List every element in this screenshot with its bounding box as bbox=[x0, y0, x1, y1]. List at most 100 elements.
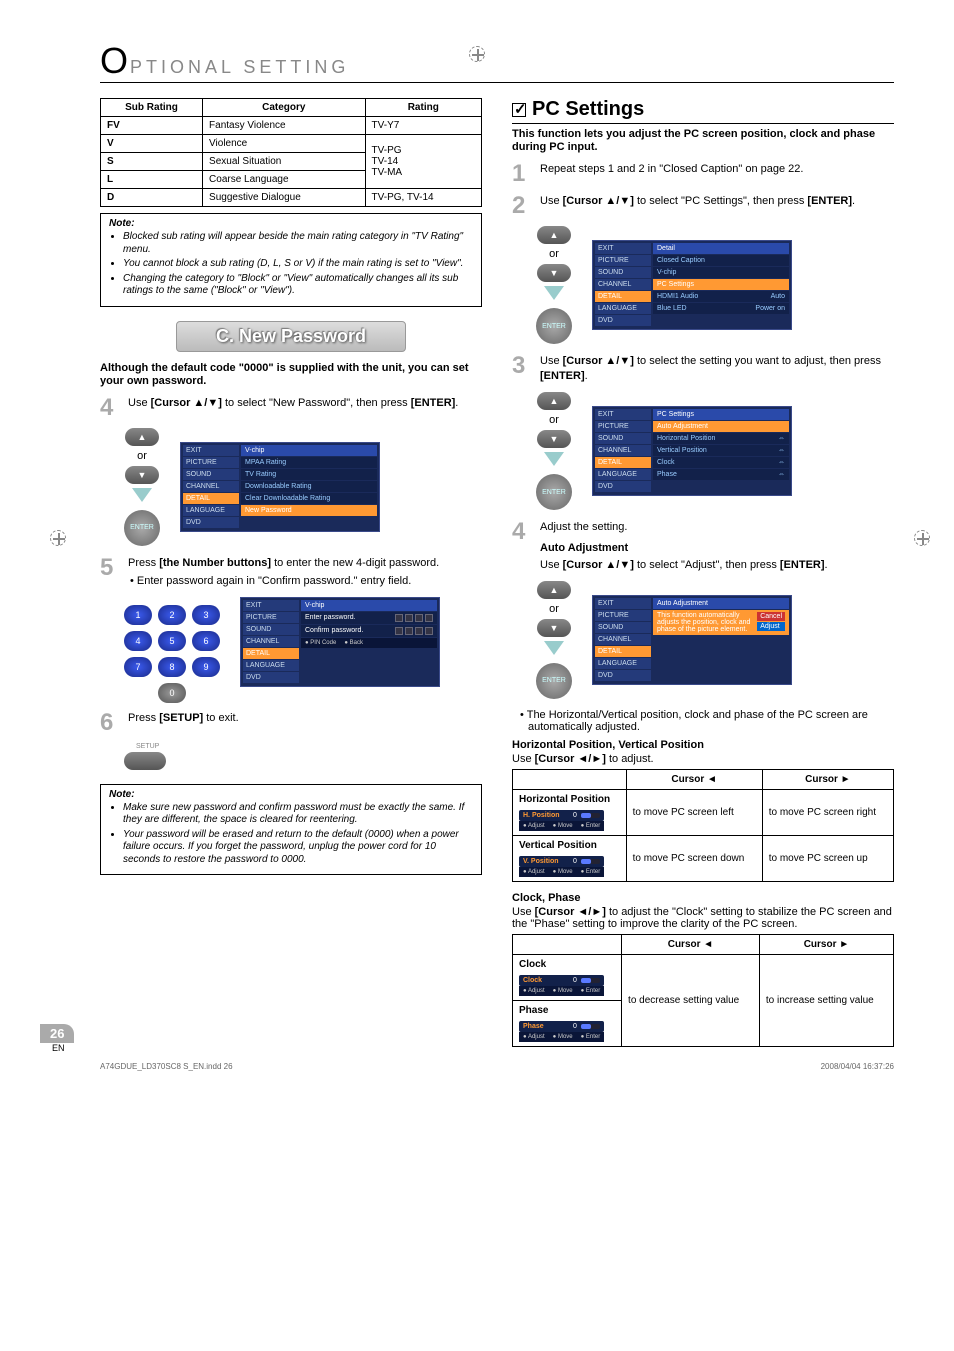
remote-up-down: ▲ or ▼ ENTER bbox=[124, 428, 160, 546]
down-triangle-icon bbox=[544, 452, 564, 466]
td-hpos: Horizontal Position H. Position0 AdjustM… bbox=[513, 789, 627, 835]
enter-button-icon: ENTER bbox=[536, 663, 572, 699]
osd-side-item: CHANNEL bbox=[183, 481, 239, 492]
step-text: Adjust the setting. bbox=[540, 521, 627, 533]
hv-position-table: Cursor ◄ Cursor ► Horizontal Position H.… bbox=[512, 769, 894, 882]
osd-auto-adjust-menu: EXIT PICTURE SOUND CHANNEL DETAIL LANGUA… bbox=[592, 595, 792, 685]
mini-label: V. Position bbox=[523, 858, 569, 865]
td-left: to decrease setting value bbox=[622, 954, 760, 1046]
pc-step-4: 4 Adjust the setting. Auto Adjustment Us… bbox=[512, 520, 894, 573]
up-oval-icon: ▲ bbox=[537, 226, 571, 244]
osd-side-item: EXIT bbox=[595, 598, 651, 609]
osd-row: HDMI1 AudioAuto bbox=[653, 291, 789, 302]
td-sub: L bbox=[101, 171, 203, 189]
down-triangle-icon bbox=[132, 488, 152, 502]
td-clock: Clock Clock0 AdjustMoveEnter bbox=[513, 954, 622, 1000]
osd-row: Horizontal Position⇔ bbox=[653, 433, 789, 444]
password-intro: Although the default code "0000" is supp… bbox=[100, 362, 482, 388]
step-text: Press bbox=[128, 557, 159, 569]
step-text: to enter the new 4-digit password. bbox=[271, 557, 439, 569]
osd-side-item: DETAIL bbox=[595, 646, 651, 657]
td-right: to increase setting value bbox=[759, 954, 893, 1046]
or-label: or bbox=[549, 248, 559, 260]
osd-side-item: SOUND bbox=[183, 469, 239, 480]
td-sub: D bbox=[101, 189, 203, 207]
osd-side-item: EXIT bbox=[595, 243, 651, 254]
td-rating: TV-PG, TV-14 bbox=[365, 189, 481, 207]
pc-step-3: 3 Use [Cursor ▲/▼] to select the setting… bbox=[512, 354, 894, 384]
osd-side-item: SOUND bbox=[595, 433, 651, 444]
step-number: 1 bbox=[512, 162, 534, 186]
step-number: 5 bbox=[100, 556, 122, 589]
osd-side-item: SOUND bbox=[595, 267, 651, 278]
th-sub: Sub Rating bbox=[101, 99, 203, 117]
enter-button-icon: ENTER bbox=[536, 474, 572, 510]
osd-row: This function automatically adjusts the … bbox=[653, 610, 789, 635]
remote-up-down: ▲ or ▼ ENTER bbox=[536, 581, 572, 699]
enter-button-icon: ENTER bbox=[536, 308, 572, 344]
td-rating: TV-Y7 bbox=[365, 117, 481, 135]
osd-pw-label: Confirm password. bbox=[305, 627, 363, 634]
or-label: or bbox=[137, 450, 147, 462]
note-item: Your password will be erased and return … bbox=[123, 829, 473, 867]
crop-mark-right bbox=[914, 530, 930, 546]
th-cursor-right: Cursor ► bbox=[762, 769, 893, 789]
clock-phase-table: Cursor ◄ Cursor ► Clock Clock0 AdjustMov… bbox=[512, 934, 894, 1047]
mini-label: H. Position bbox=[523, 812, 569, 819]
step-number: 3 bbox=[512, 354, 534, 384]
number-pad: 1 2 3 4 5 6 7 8 9 0 bbox=[124, 605, 220, 703]
pc-step-2: 2 Use [Cursor ▲/▼] to select "PC Setting… bbox=[512, 194, 894, 218]
osd-row: Clock⇔ bbox=[653, 457, 789, 468]
osd-pw-row: Confirm password. bbox=[301, 625, 437, 637]
remote-up-down: ▲ or ▼ ENTER bbox=[536, 226, 572, 344]
step-6: 6 Press [SETUP] to exit. bbox=[100, 711, 482, 735]
crop-mark-top bbox=[469, 46, 485, 62]
osd-side-item: PICTURE bbox=[595, 421, 651, 432]
osd-footer: PIN CodeBack bbox=[301, 638, 437, 648]
osd-side-item: DVD bbox=[595, 670, 651, 681]
auto-adjustment-heading: Auto Adjustment bbox=[540, 541, 894, 556]
th-cursor-left: Cursor ◄ bbox=[622, 934, 760, 954]
page-footer: 26 EN bbox=[40, 1024, 74, 1053]
cursor-ref: [Cursor ▲/▼] bbox=[151, 397, 222, 409]
down-oval-icon: ▼ bbox=[537, 619, 571, 637]
step-text: Repeat steps 1 and 2 in "Closed Caption"… bbox=[540, 162, 894, 186]
osd-row: New Password bbox=[241, 505, 377, 516]
note-item: Make sure new password and confirm passw… bbox=[123, 802, 473, 827]
osd-row: Downloadable Rating bbox=[241, 481, 377, 492]
step-text: to select "Adjust", then press bbox=[634, 559, 780, 571]
osd-opt: Cancel bbox=[757, 612, 785, 621]
td-cat: Suggestive Dialogue bbox=[203, 189, 365, 207]
cursor-ref: [Cursor ▲/▼] bbox=[563, 195, 634, 207]
down-triangle-icon bbox=[544, 286, 564, 300]
down-oval-icon: ▼ bbox=[125, 466, 159, 484]
th-blank bbox=[513, 769, 627, 789]
cell-title: Horizontal Position bbox=[519, 794, 620, 805]
osd-title: V-chip bbox=[301, 600, 437, 611]
osd-side-item: LANGUAGE bbox=[595, 303, 651, 314]
td-left: to move PC screen left bbox=[626, 789, 762, 835]
osd-title: Auto Adjustment bbox=[653, 598, 789, 609]
num-9-icon: 9 bbox=[192, 657, 220, 677]
setup-label: SETUP bbox=[136, 743, 482, 750]
step-text: . bbox=[825, 559, 828, 571]
td-cat: Fantasy Violence bbox=[203, 117, 365, 135]
th-cursor-left: Cursor ◄ bbox=[626, 769, 762, 789]
setup-button-icon bbox=[124, 752, 166, 770]
num-3-icon: 3 bbox=[192, 605, 220, 625]
enter-ref: [ENTER] bbox=[807, 195, 852, 207]
osd-pc-settings-menu: EXIT PICTURE SOUND CHANNEL DETAIL LANGUA… bbox=[592, 406, 792, 496]
osd-side-item: DVD bbox=[243, 672, 299, 683]
auto-adjust-bullet: • The Horizontal/Vertical position, cloc… bbox=[512, 709, 894, 733]
pc-settings-heading: PC Settings bbox=[512, 98, 894, 124]
note-box-2: Note: Make sure new password and confirm… bbox=[100, 784, 482, 876]
osd-side-item: CHANNEL bbox=[243, 636, 299, 647]
pc-intro: This function lets you adjust the PC scr… bbox=[512, 128, 894, 154]
osd-side-item: CHANNEL bbox=[595, 279, 651, 290]
td-sub: S bbox=[101, 153, 203, 171]
note-item: Blocked sub rating will appear beside th… bbox=[123, 231, 473, 256]
osd-side-item: LANGUAGE bbox=[243, 660, 299, 671]
osd-side-item: PICTURE bbox=[595, 255, 651, 266]
th-blank bbox=[513, 934, 622, 954]
osd-row: Blue LEDPower on bbox=[653, 303, 789, 314]
